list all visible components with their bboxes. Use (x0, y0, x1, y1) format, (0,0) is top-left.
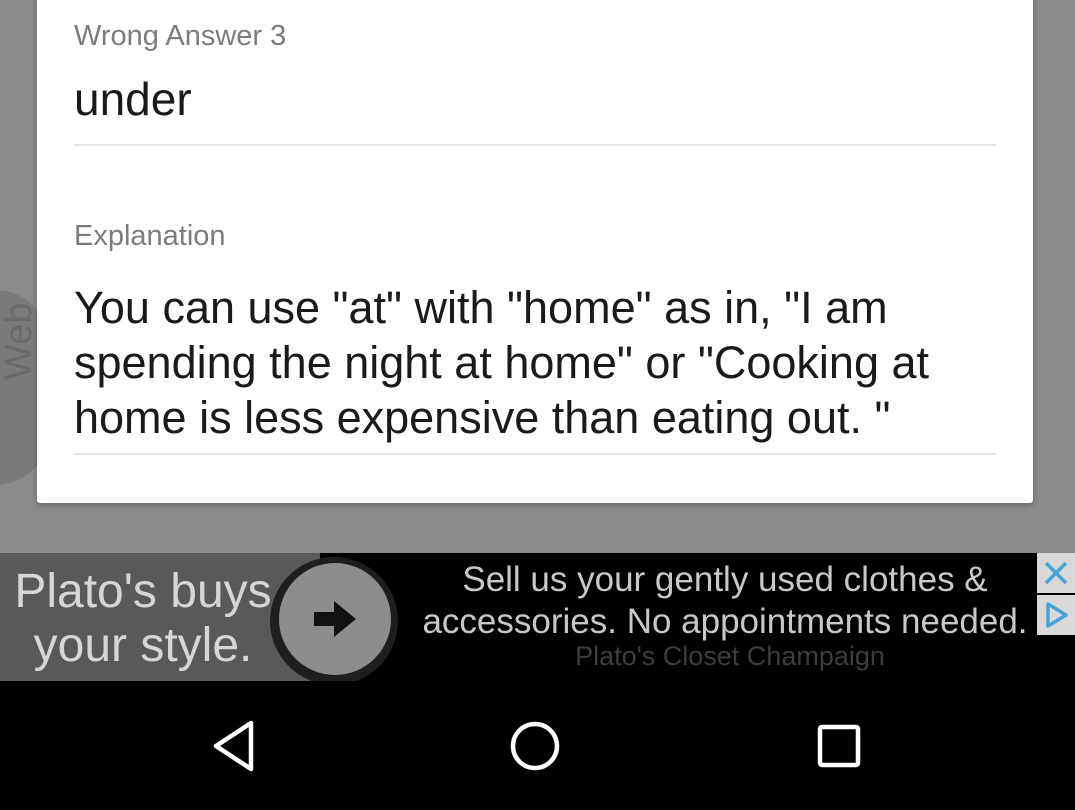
wrong-answer-3-input[interactable]: under (74, 72, 996, 126)
home-circle-icon (510, 721, 560, 771)
close-icon (1044, 561, 1068, 585)
question-edit-dialog: Wrong Answer 3 under Explanation You can… (37, 0, 1033, 503)
ad-choices-button[interactable] (1037, 595, 1075, 635)
nav-home-button[interactable] (495, 711, 575, 781)
explanation-label: Explanation (74, 220, 226, 252)
ad-close-button[interactable] (1037, 553, 1075, 593)
back-triangle-icon (213, 720, 254, 772)
system-navigation-bar (0, 681, 1075, 810)
nav-recents-button[interactable] (799, 711, 879, 781)
web-side-tab-label: Web (0, 302, 40, 380)
ad-headline: Plato's buys your style. (14, 565, 272, 672)
explanation-underline (74, 453, 996, 455)
app-screen: Web Wrong Answer 3 under Explanation You… (0, 0, 1075, 810)
wrong-answer-3-underline (74, 144, 996, 146)
ad-advertiser: Plato's Closet Champaign (575, 641, 885, 671)
ad-body-text: Sell us your gently used clothes & acces… (422, 560, 1028, 641)
explanation-input[interactable]: You can use "at" with "home" as in, "I a… (74, 280, 996, 445)
arrow-right-icon (314, 601, 356, 637)
recents-square-icon (817, 724, 861, 768)
ad-choices-icon (1046, 602, 1068, 628)
ad-banner[interactable]: Plato's buys your style. Sell us your ge… (0, 553, 1075, 681)
ad-arrow-button[interactable] (279, 563, 391, 675)
wrong-answer-3-label: Wrong Answer 3 (74, 20, 287, 52)
nav-back-button[interactable] (194, 711, 274, 781)
